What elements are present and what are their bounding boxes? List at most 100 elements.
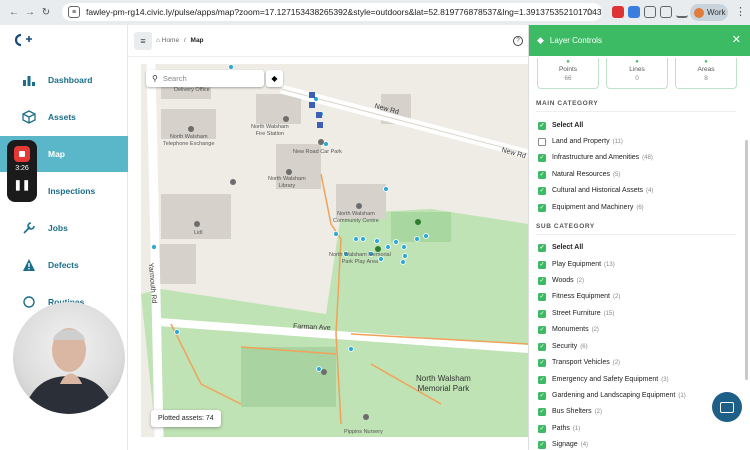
map-label-library: North Walsham Library [268, 176, 306, 189]
breadcrumb-separator: / [183, 37, 186, 44]
checkbox-count: (48) [642, 154, 653, 161]
checkbox-checked-icon: ✓ [538, 121, 546, 130]
pause-icon[interactable]: ❚❚ [7, 180, 37, 191]
sidebar-item-label: Assets [48, 112, 76, 122]
checkbox-count: (15) [603, 310, 615, 317]
checkbox-label: Signage [552, 441, 578, 448]
sidebar-item-label: Jobs [48, 223, 68, 233]
main-select-all-checkbox[interactable]: ✓ Select All [538, 119, 583, 132]
search-icon: ⚲ [152, 74, 158, 83]
download-icon[interactable] [676, 6, 688, 18]
checkbox-count: (5) [612, 171, 621, 178]
stat-areas: ● Areas 8 [675, 58, 737, 89]
map-canvas[interactable]: North Walsham Delivery Office North Wals… [141, 64, 528, 437]
page-header: ≡ ⌂ Home / Map ? [128, 25, 528, 57]
reload-icon[interactable]: ↻ [38, 7, 54, 18]
checkbox-checked-icon: ✓ [538, 170, 546, 179]
presenter-image [23, 328, 115, 414]
panel-scrollbar[interactable] [745, 140, 748, 380]
sub-category-checkbox[interactable]: ✓ Monuments (2) [538, 323, 599, 336]
main-category-checkbox[interactable]: ✓ Equipment and Machinery (6) [538, 201, 644, 214]
sidebar-item-label: Inspections [48, 186, 96, 196]
checkbox-label: Monuments [552, 326, 589, 333]
stat-label: Lines [629, 66, 645, 73]
extension-icon[interactable] [628, 6, 640, 18]
checkbox-checked-icon: ✓ [538, 292, 546, 301]
checkbox-count: (2) [612, 359, 621, 366]
forward-icon[interactable]: → [22, 7, 38, 18]
sub-category-checkbox[interactable]: ✓ Woods (2) [538, 274, 584, 287]
sub-category-checkbox[interactable]: ✓ Security (6) [538, 340, 588, 353]
checkbox-count: (13) [604, 261, 615, 268]
stop-record-button[interactable] [14, 146, 30, 162]
checkbox-checked-icon: ✓ [538, 309, 546, 318]
back-icon[interactable]: ← [6, 7, 22, 18]
site-info-icon[interactable]: ≡ [68, 6, 80, 18]
stat-value: 0 [635, 75, 639, 82]
checkbox-checked-icon: ✓ [538, 276, 546, 285]
main-category-checkbox[interactable]: Land and Property (11) [538, 135, 623, 148]
checkbox-checked-icon: ✓ [538, 153, 546, 162]
sub-category-checkbox[interactable]: ✓ Transport Vehicles (2) [538, 356, 620, 369]
checkbox-count: (2) [591, 326, 599, 333]
map-label-memorial-park: North Walsham Memorial Park [416, 374, 471, 393]
refresh-icon [22, 295, 36, 309]
sub-category-checkbox[interactable]: ✓ Paths (1) [538, 422, 580, 435]
main-category-checkbox[interactable]: ✓ Infrastructure and Amenities (48) [538, 151, 653, 164]
checkbox-label: Paths [552, 425, 570, 432]
checkbox-label: Woods [552, 277, 574, 284]
panel-title: Layer Controls [549, 36, 602, 45]
sub-category-checkbox[interactable]: ✓ Fitness Equipment (2) [538, 290, 620, 303]
toggle-sidebar-button[interactable]: ≡ [134, 32, 152, 50]
checkbox-label: Fitness Equipment [552, 293, 610, 300]
breadcrumb-home[interactable]: Home [162, 37, 179, 44]
main-category-checkbox[interactable]: ✓ Cultural and Historical Assets (4) [538, 184, 653, 197]
line-icon: ● [635, 59, 639, 65]
bookmark-star-icon[interactable]: ☆ [585, 7, 594, 18]
sub-category-checkbox[interactable]: ✓ Signage (4) [538, 438, 588, 450]
sub-category-checkbox[interactable]: ✓ Play Equipment (13) [538, 258, 615, 271]
browser-menu-icon[interactable]: ⋮ [735, 5, 746, 18]
sub-category-checkbox[interactable]: ✓ Gardening and Landscaping Equipment (1… [538, 389, 686, 402]
extension-icon[interactable] [612, 6, 624, 18]
main-category-title: MAIN CATEGORY [536, 100, 599, 107]
checkbox-label: Infrastructure and Amenities [552, 154, 640, 161]
sub-category-checkbox[interactable]: ✓ Street Furniture (15) [538, 307, 614, 320]
app-logo[interactable] [12, 33, 36, 47]
checkbox-count: (2) [612, 293, 621, 300]
layers-button[interactable]: ◆ [266, 70, 283, 87]
profile-chip[interactable]: Work [690, 4, 728, 21]
extension-icon[interactable] [644, 6, 656, 18]
divider [536, 111, 736, 112]
sidebar-item-assets[interactable]: Assets [0, 99, 128, 135]
map-label-community-centre: North Walsham Community Centre [333, 211, 379, 224]
layers-icon: ◆ [271, 74, 278, 83]
sidebar-item-jobs[interactable]: Jobs [0, 210, 128, 246]
checkbox-count: (4) [646, 187, 654, 194]
sidebar-item-defects[interactable]: Defects [0, 247, 128, 283]
sub-category-checkbox[interactable]: ✓ Bus Shelters (2) [538, 405, 602, 418]
checkbox-checked-icon: ✓ [538, 440, 546, 449]
address-bar[interactable]: ≡ fawley-pm-rg14.civic.ly/pulse/apps/map… [62, 3, 602, 21]
sidebar-item-dashboard[interactable]: Dashboard [0, 62, 128, 98]
checkbox-count: (11) [612, 138, 623, 145]
layer-controls-panel: ◆ Layer Controls ✕ ● Points 66 ● Lines 0… [528, 25, 750, 450]
checkbox-label: Select All [552, 122, 584, 129]
close-icon[interactable]: ✕ [732, 33, 741, 46]
checkbox-count: (6) [580, 343, 588, 350]
sub-category-checkbox[interactable]: ✓ Emergency and Safety Equipment (3) [538, 373, 669, 386]
checkbox-unchecked-icon [538, 137, 546, 146]
checkbox-label: Select All [552, 244, 584, 251]
chat-button[interactable] [712, 392, 742, 422]
sub-select-all-checkbox[interactable]: ✓ Select All [538, 241, 583, 254]
help-icon[interactable]: ? [513, 36, 523, 46]
profile-label: Work [707, 8, 726, 17]
puzzle-icon[interactable] [660, 6, 672, 18]
map-search-input[interactable]: ⚲ Search [146, 70, 264, 87]
stat-lines: ● Lines 0 [606, 58, 668, 89]
map-label-fire-station: North Walsham Fire Station [251, 124, 289, 137]
map-label-telephone-exchange: North Walsham Telephone Exchange [163, 134, 215, 147]
main-category-checkbox[interactable]: ✓ Natural Resources (5) [538, 168, 620, 181]
checkbox-count: (2) [576, 277, 585, 284]
breadcrumb-current: Map [190, 37, 204, 44]
